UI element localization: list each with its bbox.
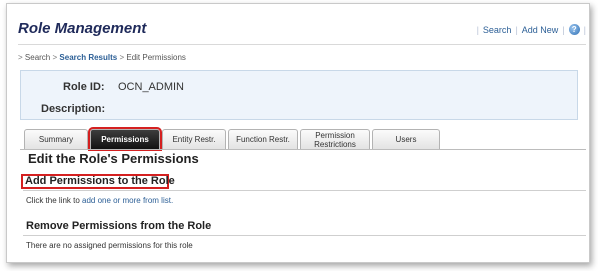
breadcrumb-separator: > xyxy=(119,53,125,62)
header-separator: | xyxy=(562,24,565,35)
tab-permissions[interactable]: Permissions xyxy=(88,127,162,151)
add-permissions-link[interactable]: add one or more from list. xyxy=(82,196,173,205)
breadcrumb-current: Edit Permissions xyxy=(126,53,186,62)
header-separator: | xyxy=(583,24,586,35)
tab-users[interactable]: Users xyxy=(372,129,440,149)
tab-summary[interactable]: Summary xyxy=(24,129,88,149)
help-icon[interactable]: ? xyxy=(568,24,580,35)
add-permissions-prefix: Click the link to xyxy=(26,196,83,205)
section-title: Edit the Role's Permissions xyxy=(28,151,199,166)
breadcrumb-separator: > xyxy=(52,53,58,62)
tab-bar: Summary Permissions Entity Restr. Functi… xyxy=(24,127,442,151)
role-id-label: Role ID: xyxy=(63,81,105,93)
search-link[interactable]: Search xyxy=(483,25,512,35)
role-info-box: Role ID: OCN_ADMIN Description: xyxy=(20,70,578,120)
header-separator: | xyxy=(476,24,479,35)
add-section-rule xyxy=(23,190,586,191)
tab-baseline xyxy=(20,149,586,150)
breadcrumb-search-results[interactable]: Search Results xyxy=(59,53,117,62)
breadcrumb-separator: > xyxy=(18,53,23,62)
remove-section-rule xyxy=(23,235,586,236)
header-links: | Search | Add New | ? | xyxy=(477,24,586,35)
tab-entity-restr[interactable]: Entity Restr. xyxy=(162,129,226,149)
add-new-link[interactable]: Add New xyxy=(522,25,559,35)
tab-permission-restrictions[interactable]: Permission Restrictions xyxy=(300,129,370,149)
add-permissions-text: Click the link to add one or more from l… xyxy=(26,196,173,205)
breadcrumb: > Search > Search Results > Edit Permiss… xyxy=(18,53,186,62)
tab-function-restr[interactable]: Function Restr. xyxy=(228,129,298,149)
header-divider xyxy=(18,44,586,45)
header-separator: | xyxy=(515,24,518,35)
page-header: Role Management | Search | Add New | ? | xyxy=(18,20,586,42)
remove-permissions-text: There are no assigned permissions for th… xyxy=(26,241,193,250)
role-id-value: OCN_ADMIN xyxy=(118,81,185,93)
description-label: Description: xyxy=(41,103,106,115)
page-title: Role Management xyxy=(18,20,147,37)
add-permissions-heading: Add Permissions to the Role xyxy=(25,175,175,187)
breadcrumb-search[interactable]: Search xyxy=(25,53,50,62)
remove-permissions-heading: Remove Permissions from the Role xyxy=(26,220,212,232)
